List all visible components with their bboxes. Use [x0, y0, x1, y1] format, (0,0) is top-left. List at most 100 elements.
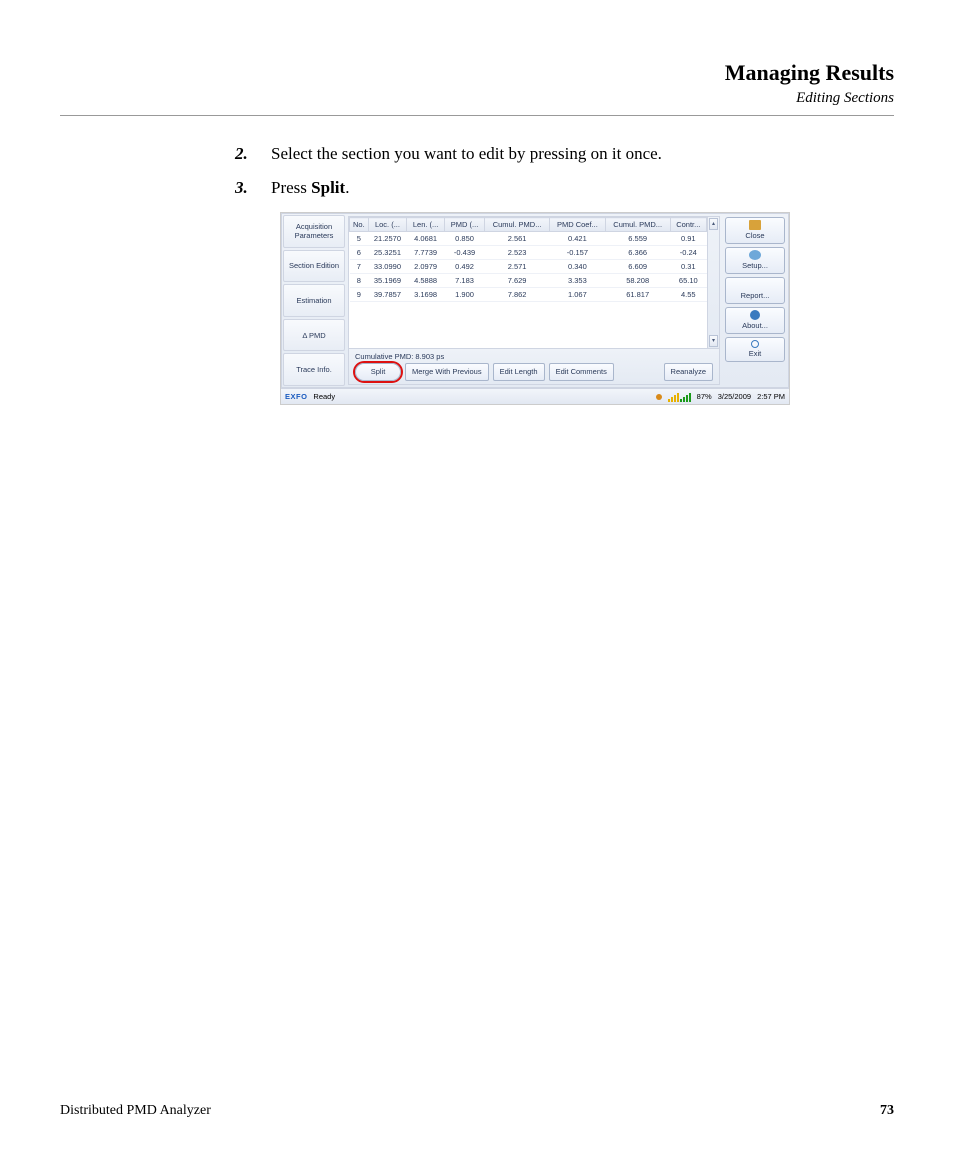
app-screenshot: Acquisition ParametersSection EditionEst… — [280, 212, 790, 405]
step-number: 3. — [235, 178, 271, 198]
side-button-label: Setup... — [742, 261, 768, 270]
header-divider — [60, 115, 894, 116]
status-percent: 87% — [697, 392, 712, 401]
table-cell: 6.366 — [605, 246, 670, 260]
table-cell: 1.900 — [444, 288, 484, 302]
column-header[interactable]: No. — [350, 218, 369, 232]
step-3: 3. Press Split. — [235, 178, 894, 198]
table-scrollbar[interactable]: ▴ ▾ — [707, 217, 719, 348]
step-prefix: Press — [271, 178, 311, 197]
table-row[interactable]: 835.19694.58887.1837.6293.35358.20865.10 — [350, 274, 707, 288]
setup--button[interactable]: Setup... — [725, 247, 785, 274]
table-cell: 1.067 — [550, 288, 606, 302]
table-cell: 2.561 — [485, 232, 550, 246]
signal-bars-icon — [668, 392, 691, 402]
status-ready: Ready — [313, 392, 335, 401]
help-icon — [750, 310, 760, 320]
reanalyze-button[interactable]: Reanalyze — [664, 363, 713, 381]
table-row[interactable]: 939.78573.16981.9007.8621.06761.8174.55 — [350, 288, 707, 302]
table-cell: 9 — [350, 288, 369, 302]
table-cell: 35.1969 — [368, 274, 407, 288]
status-date: 3/25/2009 — [718, 392, 751, 401]
table-cell: 7.629 — [485, 274, 550, 288]
main-panel: No.Loc. (...Len. (...PMD (...Cumul. PMD.… — [348, 216, 720, 385]
side-button-label: Close — [745, 231, 764, 240]
table-cell: 4.55 — [670, 288, 706, 302]
brand-label: EXFO — [285, 392, 307, 401]
report--button[interactable]: Report... — [725, 277, 785, 304]
table-cell: -0.439 — [444, 246, 484, 260]
table-cell: 33.0990 — [368, 260, 407, 274]
table-row[interactable]: 625.32517.7739-0.4392.523-0.1576.366-0.2… — [350, 246, 707, 260]
folder-icon — [749, 220, 761, 230]
table-row[interactable]: 521.25704.06810.8502.5610.4216.5590.91 — [350, 232, 707, 246]
table-cell: 58.208 — [605, 274, 670, 288]
table-cell: 0.492 — [444, 260, 484, 274]
table-cell: 6.559 — [605, 232, 670, 246]
steps-list: 2. Select the section you want to edit b… — [235, 144, 894, 198]
table-cell: 0.340 — [550, 260, 606, 274]
column-header[interactable]: Loc. (... — [368, 218, 407, 232]
status-bar: EXFO Ready 87% 3/25/2009 2:57 PM — [281, 388, 789, 404]
none-icon — [749, 280, 761, 290]
section-title: Editing Sections — [60, 90, 894, 107]
table-cell: 0.31 — [670, 260, 706, 274]
column-header[interactable]: Cumul. PMD... — [485, 218, 550, 232]
nav-tab-section-edition[interactable]: Section Edition — [283, 250, 345, 283]
table-cell: 4.0681 — [407, 232, 445, 246]
table-cell: 7.183 — [444, 274, 484, 288]
column-header[interactable]: PMD Coef... — [550, 218, 606, 232]
nav-tab-acquisition-parameters[interactable]: Acquisition Parameters — [283, 215, 345, 248]
table-cell: 21.2570 — [368, 232, 407, 246]
table-row[interactable]: 733.09902.09790.4922.5710.3406.6090.31 — [350, 260, 707, 274]
footer-page-number: 73 — [880, 1103, 894, 1119]
nav-tab-trace-info-[interactable]: Trace Info. — [283, 353, 345, 386]
scroll-down-icon[interactable]: ▾ — [709, 335, 718, 347]
gear-icon — [749, 250, 761, 260]
step-number: 2. — [235, 144, 271, 164]
split-button[interactable]: Split — [355, 363, 401, 381]
side-button-label: Report... — [741, 291, 770, 300]
table-cell: 8 — [350, 274, 369, 288]
table-cell: -0.24 — [670, 246, 706, 260]
status-time: 2:57 PM — [757, 392, 785, 401]
table-cell: 6 — [350, 246, 369, 260]
edit-length-button[interactable]: Edit Length — [493, 363, 545, 381]
table-cell: 25.3251 — [368, 246, 407, 260]
exit-button[interactable]: Exit — [725, 337, 785, 362]
column-header[interactable]: PMD (... — [444, 218, 484, 232]
page-footer: Distributed PMD Analyzer 73 — [60, 1103, 894, 1119]
cumulative-pmd-label: Cumulative PMD: 8.903 ps — [355, 352, 709, 361]
status-dot-icon — [656, 394, 662, 400]
table-cell: 39.7857 — [368, 288, 407, 302]
step-text: Press Split. — [271, 178, 894, 198]
nav-tab--pmd[interactable]: Δ PMD — [283, 319, 345, 352]
chapter-title: Managing Results — [60, 60, 894, 86]
side-button-label: Exit — [749, 349, 762, 358]
step-2: 2. Select the section you want to edit b… — [235, 144, 894, 164]
scroll-up-icon[interactable]: ▴ — [709, 218, 718, 230]
step-text: Select the section you want to edit by p… — [271, 144, 894, 164]
column-header[interactable]: Cumul. PMD... — [605, 218, 670, 232]
close-button[interactable]: Close — [725, 217, 785, 244]
table-cell: 2.0979 — [407, 260, 445, 274]
table-cell: 2.523 — [485, 246, 550, 260]
table-cell: 7 — [350, 260, 369, 274]
table-cell: 4.5888 — [407, 274, 445, 288]
table-cell: 3.1698 — [407, 288, 445, 302]
about--button[interactable]: About... — [725, 307, 785, 334]
table-cell: 65.10 — [670, 274, 706, 288]
table-cell: 7.862 — [485, 288, 550, 302]
power-icon — [751, 340, 759, 348]
table-cell: 5 — [350, 232, 369, 246]
left-nav: Acquisition ParametersSection EditionEst… — [282, 214, 346, 387]
column-header[interactable]: Len. (... — [407, 218, 445, 232]
edit-comments-button[interactable]: Edit Comments — [549, 363, 614, 381]
merge-with-previous-button[interactable]: Merge With Previous — [405, 363, 489, 381]
step-bold: Split — [311, 178, 345, 197]
column-header[interactable]: Contr... — [670, 218, 706, 232]
table-cell: 0.850 — [444, 232, 484, 246]
table-cell: 2.571 — [485, 260, 550, 274]
nav-tab-estimation[interactable]: Estimation — [283, 284, 345, 317]
table-cell: 3.353 — [550, 274, 606, 288]
